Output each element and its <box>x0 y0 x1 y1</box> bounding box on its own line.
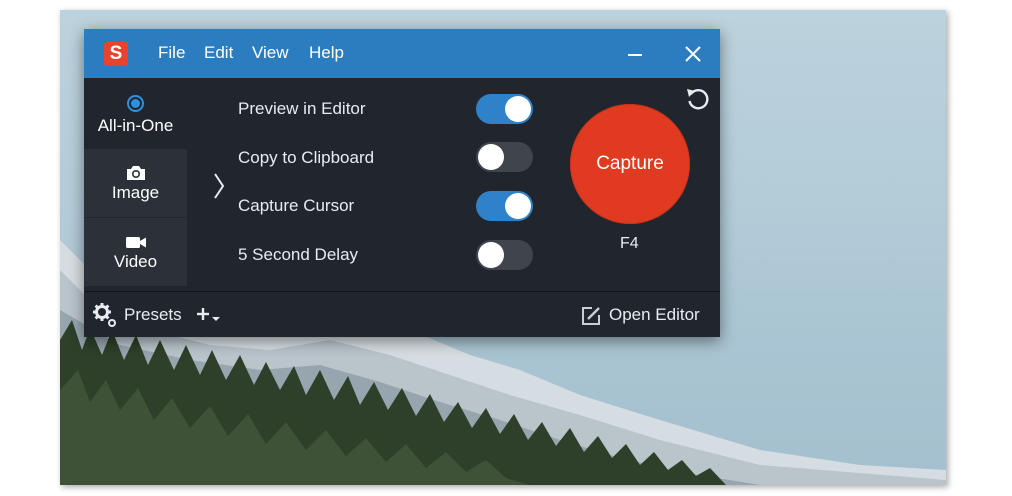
tab-image[interactable]: Image <box>84 149 187 217</box>
close-icon[interactable] <box>680 41 706 67</box>
reset-icon[interactable] <box>684 85 712 113</box>
capture-window: S File Edit View Help All-in-One Image V… <box>84 29 720 337</box>
toggle-preview-in-editor[interactable] <box>476 94 533 124</box>
app-logo: S <box>104 42 128 66</box>
toggle-knob <box>478 144 504 170</box>
menu-file[interactable]: File <box>158 43 185 63</box>
menu-help[interactable]: Help <box>309 43 344 63</box>
camera-icon <box>126 166 145 180</box>
toggle-copy-to-clipboard[interactable] <box>476 142 533 172</box>
menu-edit[interactable]: Edit <box>204 43 233 63</box>
toggle-capture-cursor[interactable] <box>476 191 533 221</box>
minimize-icon[interactable] <box>622 41 648 67</box>
title-bar: S File Edit View Help <box>84 29 720 78</box>
option-preview-in-editor-label: Preview in Editor <box>238 99 366 118</box>
toggle-knob <box>478 242 504 268</box>
option-5-second-delay-label: 5 Second Delay <box>238 245 359 264</box>
gear-icon[interactable] <box>92 302 118 328</box>
toggle-knob <box>505 96 531 122</box>
all-in-one-radio-icon <box>127 95 144 112</box>
presets-label[interactable]: Presets <box>124 305 182 325</box>
tab-video-label: Video <box>113 252 158 271</box>
option-copy-to-clipboard-label: Copy to Clipboard <box>238 148 375 167</box>
plus-dropdown-icon[interactable] <box>194 303 224 327</box>
capture-button[interactable]: Capture <box>570 104 690 224</box>
tab-image-label: Image <box>111 183 160 202</box>
menu-view[interactable]: View <box>252 43 289 63</box>
footer-divider <box>84 291 720 292</box>
tab-all-in-one-label: All-in-One <box>97 116 174 135</box>
option-capture-cursor-label: Capture Cursor <box>238 196 355 215</box>
edit-icon[interactable] <box>580 305 602 327</box>
chevron-right-icon[interactable] <box>212 171 226 201</box>
open-editor-button[interactable]: Open Editor <box>609 305 700 325</box>
toggle-5-second-delay[interactable] <box>476 240 533 270</box>
video-camera-icon <box>125 237 146 248</box>
tab-all-in-one[interactable]: All-in-One <box>84 89 187 157</box>
tab-video[interactable]: Video <box>84 218 187 286</box>
toggle-knob <box>505 193 531 219</box>
capture-hotkey: F4 <box>620 235 639 252</box>
